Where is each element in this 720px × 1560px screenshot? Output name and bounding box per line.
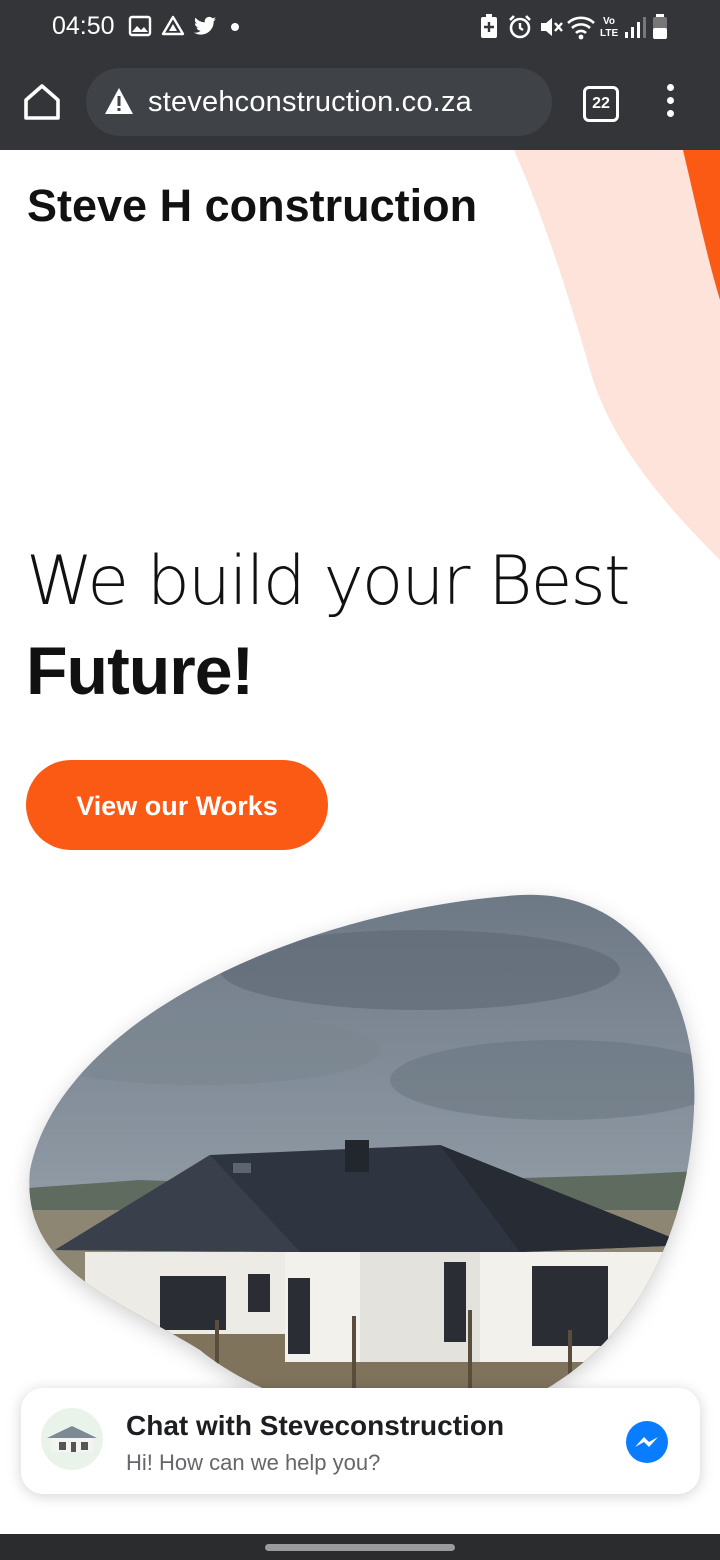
signal-icon [625,17,646,38]
chat-subtitle[interactable]: Hi! How can we help you? [126,1450,380,1476]
drive-icon [161,15,185,36]
battery-saver-icon [481,14,497,38]
svg-text:LTE: LTE [600,28,618,39]
address-bar[interactable]: stevehconstruction.co.za [86,68,552,136]
hero-heading-line1: We build your Best [26,542,630,621]
status-time: 04:50 [52,12,115,40]
page-content: Steve H construction We build your Best … [0,150,720,1534]
house-avatar-icon [47,1426,97,1452]
dot-icon [231,23,239,31]
gallery-icon [128,15,152,37]
messenger-icon[interactable] [625,1420,669,1464]
chat-widget[interactable]: Chat with Steveconstruction Hi! How can … [21,1388,700,1494]
svg-text:Vo: Vo [603,16,615,27]
chat-title[interactable]: Chat with Steveconstruction [126,1410,504,1442]
navigation-bar [0,1534,720,1560]
home-gesture-handle[interactable] [265,1544,455,1551]
home-icon[interactable] [20,80,64,124]
hero-heading-line2: Future! [26,633,254,709]
status-bar: 04:50 Vo LTE [0,0,720,56]
twitter-icon [194,16,216,35]
wifi-icon [567,16,595,40]
mute-icon [541,18,563,36]
tab-switcher-button[interactable]: 22 [583,86,619,122]
more-menu-icon[interactable] [660,84,680,124]
view-works-button[interactable]: View our Works [26,760,328,850]
browser-toolbar: stevehconstruction.co.za 22 [0,56,720,150]
warning-icon[interactable] [104,87,134,115]
alarm-icon [509,15,531,39]
chat-avatar [41,1408,103,1470]
volte-icon: Vo LTE [600,16,618,39]
url-text[interactable]: stevehconstruction.co.za [148,86,472,119]
battery-icon [653,14,667,39]
site-title[interactable]: Steve H construction [27,180,477,232]
